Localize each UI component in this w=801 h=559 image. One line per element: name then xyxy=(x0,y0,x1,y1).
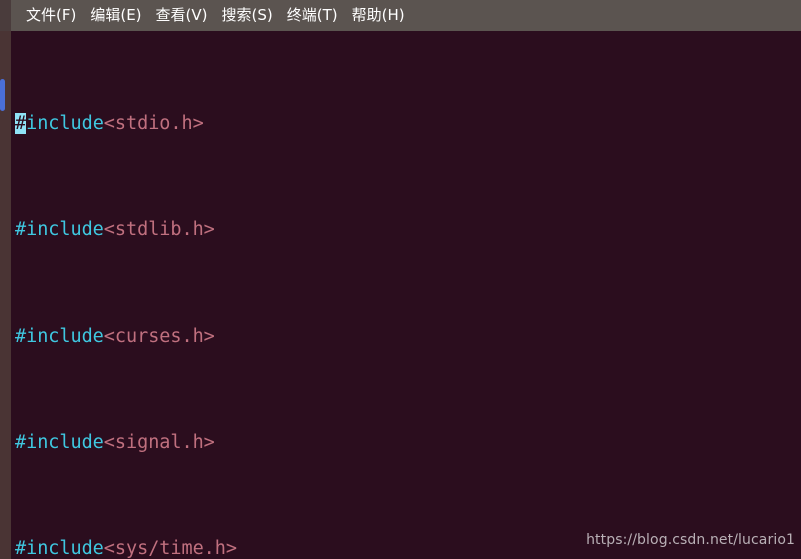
code-line: #include<stdio.h> xyxy=(15,111,304,138)
terminal-window: 文件(F) 编辑(E) 查看(V) 搜索(S) 终端(T) 帮助(H) #inc… xyxy=(0,0,801,559)
gutter-divider xyxy=(11,31,13,559)
token-preprocessor: #include xyxy=(15,538,104,559)
menu-item-edit[interactable]: 编辑(E) xyxy=(83,0,148,31)
token-header: <stdio.h> xyxy=(103,112,204,134)
menu-item-help[interactable]: 帮助(H) xyxy=(345,0,412,31)
terminal-screen[interactable]: #include<stdio.h> #include<stdlib.h> #in… xyxy=(0,31,801,559)
token-preprocessor: include xyxy=(26,112,104,134)
code-line: #include<signal.h> xyxy=(15,430,304,457)
code-line: #include<sys/time.h> xyxy=(15,536,304,559)
text-cursor: # xyxy=(15,112,27,134)
watermark-url: https://blog.csdn.net/lucario1 xyxy=(586,532,795,548)
menu-item-search[interactable]: 搜索(S) xyxy=(215,0,280,31)
token-preprocessor: #include xyxy=(15,325,104,347)
token-preprocessor: #include xyxy=(15,431,104,453)
menu-item-view[interactable]: 查看(V) xyxy=(149,0,215,31)
menu-bar: 文件(F) 编辑(E) 查看(V) 搜索(S) 终端(T) 帮助(H) xyxy=(0,0,801,31)
token-preprocessor: #include xyxy=(15,219,104,241)
menu-bar-left-edge xyxy=(0,0,11,31)
code-area[interactable]: #include<stdio.h> #include<stdlib.h> #in… xyxy=(15,31,304,559)
vertical-scrollbar-thumb[interactable] xyxy=(0,79,5,111)
token-header: <signal.h> xyxy=(103,431,215,453)
token-header: <stdlib.h> xyxy=(103,219,215,241)
token-header: <sys/time.h> xyxy=(103,538,237,559)
token-header: <curses.h> xyxy=(103,325,215,347)
menu-item-terminal[interactable]: 终端(T) xyxy=(280,0,345,31)
menu-item-file[interactable]: 文件(F) xyxy=(19,0,83,31)
code-line: #include<stdlib.h> xyxy=(15,217,304,244)
code-line: #include<curses.h> xyxy=(15,324,304,351)
